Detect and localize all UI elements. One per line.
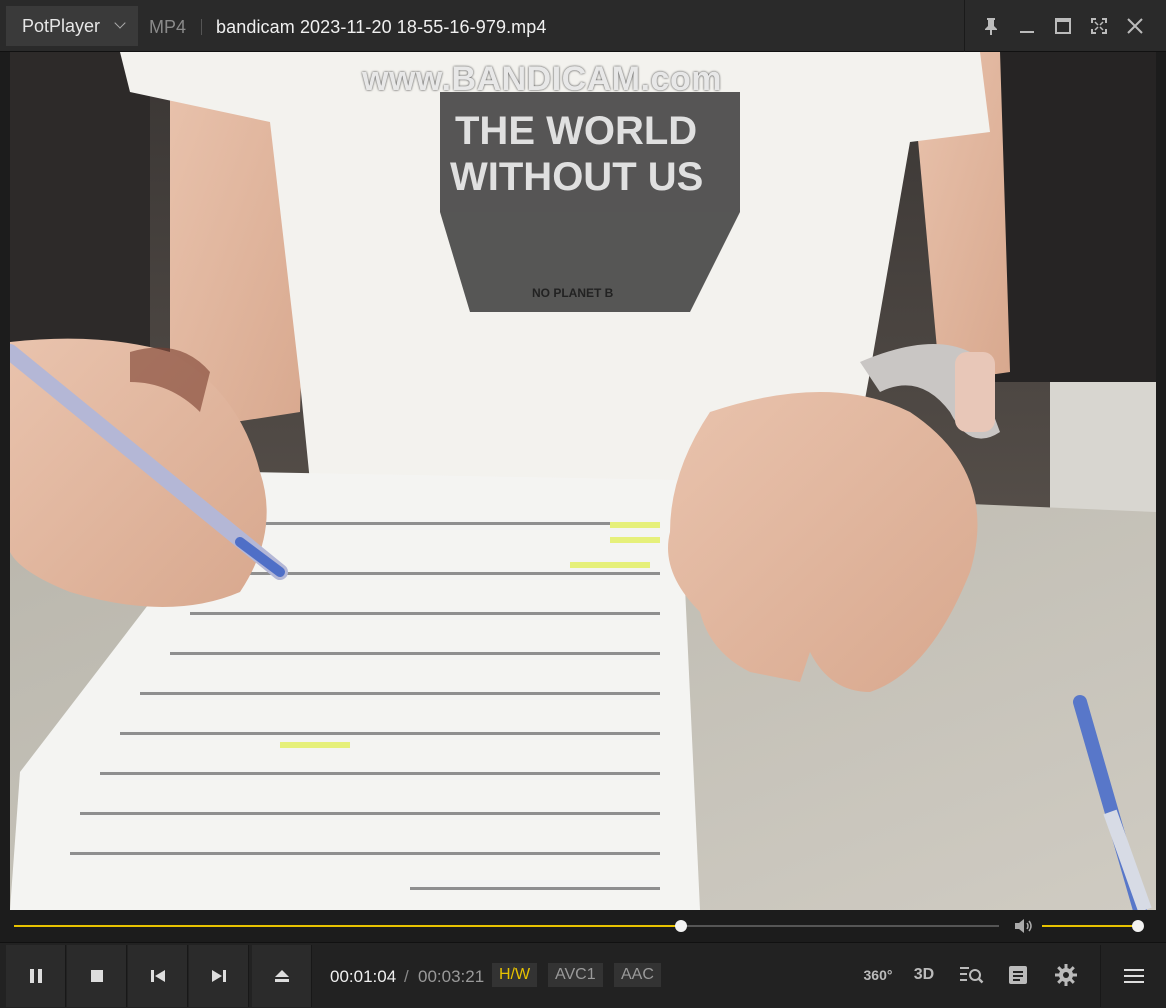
- file-title: bandicam 2023-11-20 18-55-16-979.mp4: [216, 17, 547, 37]
- search-list-button[interactable]: [956, 961, 988, 989]
- previous-icon: [150, 970, 165, 982]
- pause-button[interactable]: [6, 945, 66, 1007]
- vr-360-icon: 360°: [863, 967, 893, 983]
- window-controls: [964, 0, 1166, 52]
- total-time: 00:03:21: [418, 967, 485, 986]
- 3d-button[interactable]: 3D: [908, 961, 940, 989]
- close-button[interactable]: [1117, 6, 1153, 46]
- maximize-button[interactable]: [1045, 6, 1081, 46]
- seek-row: [0, 910, 1166, 942]
- seek-handle[interactable]: [674, 920, 687, 932]
- audio-codec-badge[interactable]: AAC: [614, 963, 661, 987]
- next-button[interactable]: [189, 945, 249, 1007]
- seek-progress: [14, 925, 681, 927]
- 3d-icon: 3D: [913, 966, 935, 983]
- settings-button[interactable]: [1050, 961, 1082, 989]
- seek-bar[interactable]: [14, 920, 999, 932]
- svg-text:THE WORLD: THE WORLD: [455, 109, 697, 153]
- main-menu-button[interactable]: [1100, 945, 1166, 1007]
- playlist-icon: [1009, 966, 1027, 984]
- app-menu-button[interactable]: PotPlayer: [6, 6, 138, 46]
- svg-text:WITHOUT US: WITHOUT US: [450, 155, 703, 199]
- close-icon: [1127, 18, 1143, 34]
- control-bar: 00:01:04 / 00:03:21 H/W AVC1 AAC 360° 3D: [0, 942, 1166, 1008]
- title-bar: PotPlayer MP4 bandicam 2023-11-20 18-55-…: [0, 0, 1166, 52]
- eject-icon: [274, 970, 289, 982]
- watermark-text: www.BANDICAM.com: [362, 60, 722, 98]
- app-name: PotPlayer: [22, 15, 101, 36]
- video-codec-badge[interactable]: AVC1: [548, 963, 603, 987]
- playlist-button[interactable]: [1002, 961, 1034, 989]
- vr-360-button[interactable]: 360°: [862, 961, 894, 989]
- settings-gear-icon: [1055, 964, 1077, 986]
- video-content-image: THE WORLD WITHOUT US NO PLANET B: [10, 52, 1156, 910]
- pin-button[interactable]: [973, 6, 1009, 46]
- volume-handle[interactable]: [1132, 920, 1144, 932]
- volume-icon[interactable]: [1014, 918, 1034, 934]
- stop-button[interactable]: [67, 945, 127, 1007]
- search-list-icon: [960, 967, 984, 984]
- fullscreen-button[interactable]: [1081, 6, 1117, 46]
- hw-decode-badge[interactable]: H/W: [492, 963, 538, 987]
- volume-level: [1042, 925, 1138, 927]
- chevron-down-icon: [114, 17, 126, 29]
- fullscreen-icon: [1091, 18, 1107, 34]
- volume-slider[interactable]: [1042, 920, 1144, 932]
- current-time: 00:01:04: [330, 967, 397, 986]
- video-frame[interactable]: THE WORLD WITHOUT US NO PLANET B www.BAN…: [10, 52, 1156, 910]
- format-label: MP4: [149, 17, 187, 37]
- next-icon: [211, 970, 226, 982]
- pause-icon: [29, 969, 42, 983]
- minimize-button[interactable]: [1009, 6, 1045, 46]
- pin-icon: [985, 18, 997, 35]
- time-separator: /: [404, 967, 409, 986]
- eject-button[interactable]: [252, 945, 312, 1007]
- minimize-icon: [1020, 31, 1034, 33]
- maximize-icon: [1055, 18, 1071, 34]
- svg-text:NO PLANET B: NO PLANET B: [532, 286, 614, 300]
- menu-icon: [1123, 969, 1144, 983]
- stop-icon: [90, 970, 103, 982]
- previous-button[interactable]: [128, 945, 188, 1007]
- title-divider: [201, 19, 202, 35]
